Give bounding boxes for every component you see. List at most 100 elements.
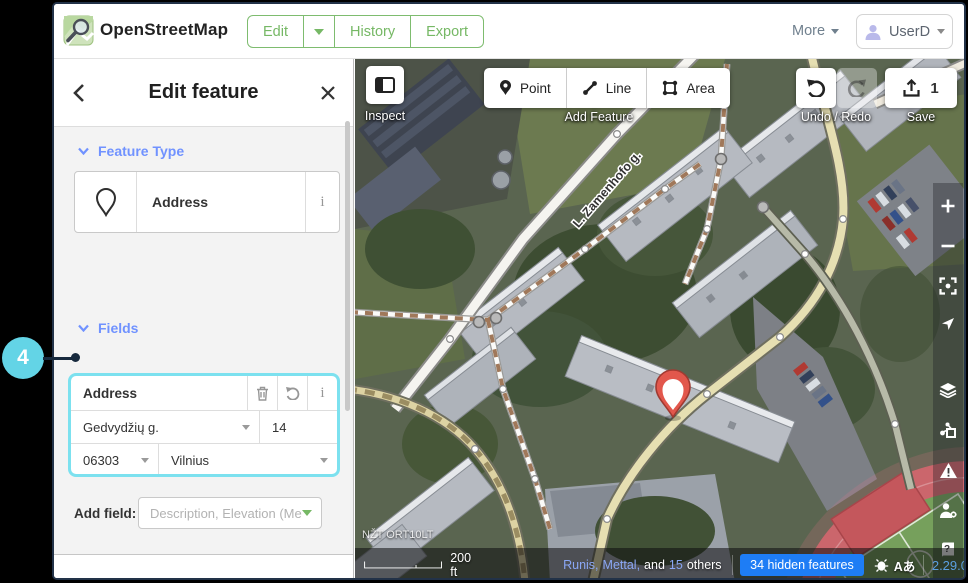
redo-button[interactable]: [837, 68, 877, 108]
edit-dropdown-button[interactable]: [303, 16, 334, 47]
point-icon: [499, 80, 512, 96]
navigation-arrow-icon: [940, 316, 956, 332]
top-header: OpenStreetMap Edit History Export More U…: [54, 4, 964, 59]
user-settings-icon: [939, 502, 958, 519]
street-value: Gedvydžių g.: [83, 420, 159, 435]
map-pin-outline-icon: [94, 187, 118, 217]
chevron-down-icon: [320, 458, 328, 463]
brand-title: OpenStreetMap: [100, 20, 228, 40]
line-icon: [582, 80, 598, 96]
openstreetmap-logo-icon: [63, 15, 94, 46]
address-field-header: Address i: [71, 376, 337, 411]
callout-dot: [71, 353, 80, 362]
postcode-combobox[interactable]: 06303: [71, 444, 159, 477]
others-text: others: [687, 558, 722, 572]
city-combobox[interactable]: Vilnius: [159, 444, 337, 477]
close-button[interactable]: [314, 79, 342, 107]
inspect-button[interactable]: [366, 66, 404, 104]
area-icon: [662, 80, 678, 96]
more-label: More: [792, 23, 825, 39]
contributor-link[interactable]: Runis,: [563, 558, 598, 572]
address-field-card: Address i: [68, 373, 340, 477]
chevron-down-icon: [314, 29, 324, 35]
undo-icon: [285, 386, 300, 400]
contributors-attribution: Runis, Mettal, and 15 others: [563, 558, 721, 572]
chevron-down-icon: [141, 458, 149, 463]
chevron-down-icon: [937, 29, 945, 34]
add-feature-toolbar: Point Line Area: [484, 68, 730, 108]
screenshot-canvas: OpenStreetMap Edit History Export More U…: [0, 0, 968, 583]
main-nav-button-group: Edit History Export: [247, 15, 484, 48]
close-icon: [320, 85, 336, 101]
map-viewport[interactable]: L. Zamenhofo g. Inspect Poi: [355, 59, 966, 580]
undo-icon: [806, 79, 826, 97]
others-count-link[interactable]: 15: [669, 558, 683, 572]
chevron-down-icon: [78, 147, 89, 155]
draw-point-button[interactable]: Point: [484, 68, 566, 108]
add-field-placeholder: Description, Elevation (Met...: [150, 506, 302, 521]
undo-field-button[interactable]: [277, 376, 307, 410]
fields-label: Fields: [98, 320, 138, 336]
history-button[interactable]: History: [334, 16, 410, 47]
locale-switcher[interactable]: Aあ: [894, 556, 916, 575]
feature-type-section-header[interactable]: Feature Type: [78, 143, 184, 159]
map-controls-strip: ?: [933, 183, 963, 580]
more-menu-button[interactable]: More: [792, 23, 839, 39]
edit-feature-sidebar: Edit feature Feature Type Address i: [54, 59, 354, 580]
zoom-in-button[interactable]: [934, 191, 962, 221]
undo-button[interactable]: [796, 68, 836, 108]
zoom-out-button[interactable]: [934, 231, 962, 261]
panel-header: Edit feature: [54, 59, 353, 127]
edit-button[interactable]: Edit: [248, 16, 303, 47]
draw-line-button[interactable]: Line: [566, 68, 647, 108]
export-button[interactable]: Export: [410, 16, 483, 47]
preset-info-button[interactable]: i: [305, 172, 339, 232]
save-button[interactable]: 1: [885, 68, 957, 108]
background-layers-button[interactable]: [934, 375, 962, 405]
hidden-features-badge[interactable]: 34 hidden features: [740, 554, 864, 576]
user-avatar-icon: [864, 23, 882, 41]
city-value: Vilnius: [171, 453, 209, 468]
sidebar-scrollbar[interactable]: [345, 121, 350, 411]
add-field-label: Add field:: [74, 506, 136, 521]
chevron-down-icon: [302, 510, 312, 516]
address-row-2: 06303 Vilnius: [71, 444, 337, 477]
chevron-down-icon: [78, 324, 89, 332]
contributor-link[interactable]: Mettal,: [603, 558, 641, 572]
panel-title: Edit feature: [54, 81, 353, 104]
version-label[interactable]: 2.29.0: [932, 558, 966, 573]
panel-footer: [54, 554, 353, 580]
map-status-bar: 200 ft Runis, Mettal, and 15 others 34 h…: [355, 548, 966, 580]
chevron-down-icon: [242, 425, 250, 430]
draw-area-button[interactable]: Area: [646, 68, 730, 108]
bug-report-icon[interactable]: [874, 558, 889, 572]
divider: [923, 555, 924, 575]
warning-triangle-icon: [939, 462, 958, 479]
add-field-dropdown[interactable]: Description, Elevation (Met...: [138, 497, 322, 529]
geolocate-button[interactable]: [934, 309, 962, 339]
fields-section-header[interactable]: Fields: [78, 320, 138, 336]
save-count-badge: 1: [930, 80, 938, 97]
street-combobox[interactable]: Gedvydžių g.: [71, 411, 260, 443]
satellite-map[interactable]: L. Zamenhofo g.: [355, 59, 966, 580]
zoom-to-selection-button[interactable]: [934, 271, 962, 301]
plus-icon: [940, 198, 956, 214]
minus-icon: [940, 243, 956, 249]
housenumber-input[interactable]: 14: [260, 411, 337, 443]
callout-step-marker: 4: [2, 337, 44, 379]
user-name: UserD: [889, 24, 930, 40]
issues-button[interactable]: [934, 455, 962, 485]
scale-bar: [364, 558, 443, 572]
layers-icon: [939, 382, 957, 398]
map-data-button[interactable]: [934, 415, 962, 445]
line-label: Line: [606, 81, 632, 96]
delete-field-button[interactable]: [247, 376, 277, 410]
divider: [732, 555, 733, 575]
feature-type-label: Feature Type: [98, 143, 184, 159]
postcode-value: 06303: [83, 453, 119, 468]
preset-card[interactable]: Address i: [74, 171, 340, 233]
preferences-button[interactable]: [934, 495, 962, 525]
user-menu-button[interactable]: UserD: [856, 14, 953, 49]
field-info-button[interactable]: i: [307, 376, 337, 410]
frame-focus-icon: [939, 277, 957, 295]
